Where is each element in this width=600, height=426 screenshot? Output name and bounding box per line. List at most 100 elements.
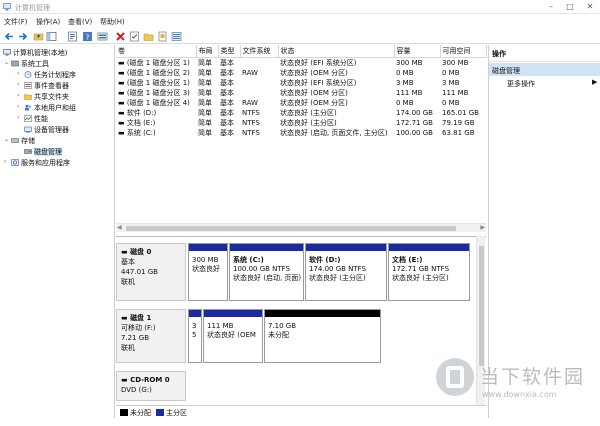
close-button[interactable]: ✕ (583, 1, 597, 13)
menu-file[interactable]: 文件(F) (4, 17, 28, 27)
partition-efi[interactable]: 300 MB 状态良好 (188, 243, 228, 301)
services-icon (11, 159, 19, 166)
tree-label: 服务和应用程序 (21, 159, 70, 167)
table-row[interactable]: ▬ (磁盘 1 磁盘分区 3) 简单 基本 状态良好 (OEM 分区) 111 … (116, 88, 486, 98)
disk-status: 联机 (121, 344, 135, 352)
column-header-status[interactable]: 状态 (278, 45, 395, 58)
show-hide-tree-icon[interactable] (46, 31, 57, 42)
column-header-layout[interactable]: 布局 (196, 45, 219, 58)
tree-item-disk-management[interactable]: 磁盘管理 (24, 147, 62, 157)
chevron-right-icon[interactable]: ▶ (592, 78, 597, 86)
tree-item-device-manager[interactable]: 设备管理器 (24, 125, 69, 135)
tree-item-system-tools[interactable]: ⌄ 系统工具 (4, 59, 49, 69)
menu-view[interactable]: 查看(V) (68, 17, 92, 27)
scroll-left-icon[interactable]: ◀ (117, 224, 122, 231)
partition-small[interactable]: 3 5 (188, 309, 202, 363)
volume-icon: ▬ (118, 88, 127, 97)
expand-icon[interactable]: › (17, 103, 19, 110)
tree-item-performance[interactable]: › 性能 (17, 114, 48, 124)
forward-arrow-icon[interactable] (17, 31, 28, 42)
up-folder-icon[interactable] (33, 31, 44, 42)
collapse-icon[interactable]: ⌄ (4, 136, 9, 143)
menu-help[interactable]: 帮助(H) (100, 17, 125, 27)
tree-item-local-users[interactable]: › 本地用户和组 (17, 103, 76, 113)
cell-volume: ▬ (磁盘 1 磁盘分区 4) (118, 98, 190, 107)
column-header-free-space[interactable]: 可用空间 (440, 45, 487, 58)
watermark: 当下软件园 www.downxia.com (430, 356, 600, 416)
table-row[interactable]: ▬ 文档 (E:) 简单 基本 NTFS 状态良好 (主分区) 172.71 G… (116, 118, 486, 128)
expand-icon[interactable]: › (17, 92, 19, 99)
help-icon[interactable]: ? (82, 31, 93, 42)
tree-item-task-scheduler[interactable]: › 任务计划程序 (17, 70, 76, 80)
cell-filesystem: NTFS (242, 128, 260, 137)
expand-icon[interactable]: › (17, 70, 19, 77)
checklist-icon[interactable] (129, 31, 140, 42)
more-actions-link[interactable]: 更多操作 (507, 79, 535, 89)
minimize-button[interactable]: – (544, 1, 558, 13)
disk-row-cdrom[interactable]: ▬ CD-ROM 0 DVD (G:) (116, 371, 476, 401)
table-row[interactable]: ▬ (磁盘 1 磁盘分区 2) 简单 基本 RAW 状态良好 (OEM 分区) … (116, 68, 486, 78)
partition-unallocated[interactable]: 7.10 GB 未分配 (264, 309, 381, 363)
tree-label: 存储 (21, 137, 35, 145)
delete-icon[interactable] (115, 31, 126, 42)
column-header-filesystem[interactable]: 文件系统 (240, 45, 279, 58)
list-view-icon[interactable] (171, 31, 182, 42)
cell-volume: ▬ 文档 (E:) (118, 118, 156, 127)
partition-d[interactable]: 软件 (D:) 174.00 GB NTFS 状态良好 (主分区) (305, 243, 387, 301)
collapse-icon[interactable]: ⌄ (4, 59, 9, 66)
disk-name: ▬ 磁盘 0 (121, 248, 152, 256)
tools-icon (11, 60, 19, 67)
tree-item-storage[interactable]: ⌄ 存储 (4, 136, 35, 146)
cell-capacity: 172.71 GB (396, 118, 433, 127)
disk-info[interactable]: ▬ 磁盘 1 可移动 (F:) 7.21 GB 联机 (116, 309, 186, 363)
tree-item-event-viewer[interactable]: › 事件查看器 (17, 81, 69, 91)
partition-c[interactable]: 系统 (C:) 100.00 GB NTFS 状态良好 (启动, 页面) (229, 243, 304, 301)
tree-item-computer-management[interactable]: 计算机管理(本地) (3, 48, 67, 58)
back-arrow-icon[interactable] (4, 31, 15, 42)
actions-section-disk-management[interactable]: 磁盘管理 (489, 63, 600, 76)
column-header-capacity[interactable]: 容量 (394, 45, 441, 58)
column-header-volume[interactable]: 卷 (116, 45, 197, 58)
menu-action[interactable]: 操作(A) (36, 17, 60, 27)
tree-label: 性能 (34, 115, 48, 123)
cell-free-space: 0 MB (442, 68, 460, 77)
table-row[interactable]: ▬ (磁盘 1 磁盘分区 1) 简单 基本 状态良好 (EFI 系统分区) 30… (116, 57, 486, 68)
table-row[interactable]: ▬ 软件 (D:) 简单 基本 NTFS 状态良好 (主分区) 174.00 G… (116, 108, 486, 118)
horizontal-scrollbar[interactable]: ◀ ▶ (116, 223, 486, 232)
disk-row-0[interactable]: ▬ 磁盘 0 基本 447.01 GB 联机 300 MB 状态良好 系统 (C… (116, 243, 476, 301)
properties-icon[interactable] (67, 31, 78, 42)
expand-icon[interactable]: › (4, 158, 6, 165)
open-folder-icon[interactable] (143, 31, 154, 42)
cell-layout: 简单 (198, 98, 212, 107)
partition-bar (389, 244, 469, 251)
scroll-thumb[interactable] (126, 226, 456, 231)
expand-icon[interactable]: › (17, 114, 19, 121)
toolbar: ? (0, 29, 600, 44)
document-icon[interactable] (157, 31, 168, 42)
tree-item-shared-folders[interactable]: › 共享文件夹 (17, 92, 69, 102)
disk-info[interactable]: ▬ CD-ROM 0 DVD (G:) (116, 371, 186, 401)
tree-label: 系统工具 (21, 60, 49, 68)
disk-list-icon[interactable] (97, 31, 108, 42)
disk-info[interactable]: ▬ 磁盘 0 基本 447.01 GB 联机 (116, 243, 186, 301)
column-header-type[interactable]: 类型 (218, 45, 241, 58)
primary-swatch (156, 409, 164, 416)
cell-capacity: 0 MB (396, 68, 414, 77)
partition-bar (230, 244, 303, 251)
scroll-right-icon[interactable]: ▶ (480, 224, 485, 231)
disk-name: ▬ 磁盘 1 (121, 314, 152, 322)
partition-e[interactable]: 文档 (E:) 172.71 GB NTFS 状态良好 (主分区) (388, 243, 470, 301)
table-row[interactable]: ▬ (磁盘 1 磁盘分区 4) 简单 基本 RAW 状态良好 (OEM 分区) … (116, 98, 486, 108)
scroll-thumb[interactable] (479, 246, 484, 366)
cell-free-space: 165.01 GB (442, 108, 479, 117)
table-row[interactable]: ▬ 系统 (C:) 简单 基本 NTFS 状态良好 (启动, 页面文件, 主分区… (116, 128, 486, 138)
partition-oem[interactable]: 111 MB 状态良好 (OEM (203, 309, 263, 363)
maximize-button[interactable]: □ (563, 1, 577, 13)
volume-icon: ▬ (118, 118, 127, 127)
cell-capacity: 100.00 GB (396, 128, 433, 137)
expand-icon[interactable]: › (17, 81, 19, 88)
cell-type: 基本 (220, 88, 234, 97)
disk-row-1[interactable]: ▬ 磁盘 1 可移动 (F:) 7.21 GB 联机 3 5 111 MB 状态… (116, 309, 476, 363)
tree-item-services-applications[interactable]: › 服务和应用程序 (4, 158, 70, 168)
table-row[interactable]: ▬ (磁盘 1 磁盘分区 1) 简单 基本 状态良好 (EFI 系统分区) 3 … (116, 78, 486, 88)
